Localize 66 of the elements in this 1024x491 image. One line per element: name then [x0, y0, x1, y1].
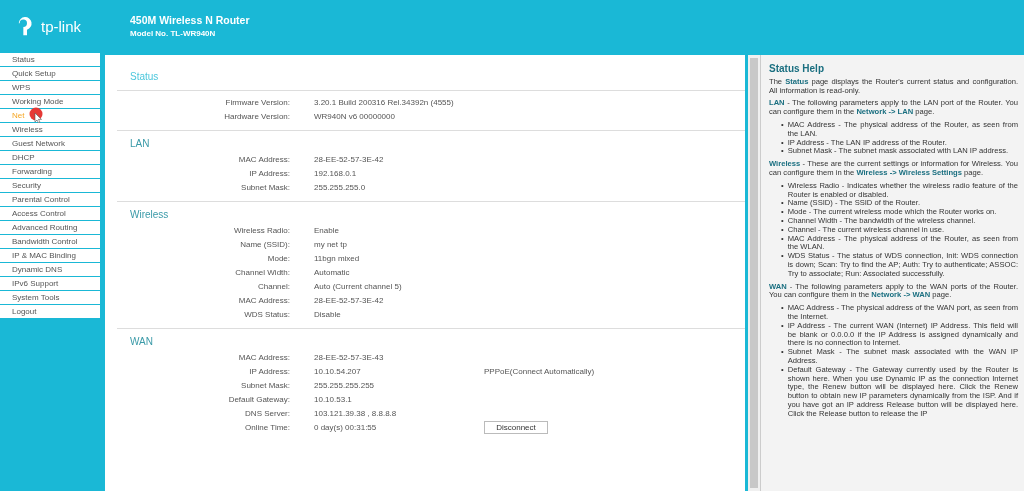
- field-label: IP Address:: [248, 366, 290, 376]
- menu-item[interactable]: IPv6 Support: [0, 277, 100, 290]
- menu-item[interactable]: Guest Network: [0, 137, 100, 150]
- field-label: Firmware Version:: [224, 97, 290, 107]
- field-value: 192.168.0.1: [314, 168, 358, 178]
- menu-item[interactable]: Access Control: [0, 207, 100, 220]
- field-label: Wireless Radio:: [233, 225, 290, 235]
- model-number: Model No. TL-WR940N: [130, 29, 217, 38]
- field-value: 255.255.255.255: [314, 380, 376, 390]
- menu-item[interactable]: IP & MAC Binding: [0, 249, 100, 262]
- menu-item[interactable]: Advanced Routing: [0, 221, 100, 234]
- menu-item[interactable]: Working Mode: [0, 95, 100, 108]
- field-label: Channel Width:: [234, 267, 290, 277]
- field-label: DNS Server:: [244, 408, 290, 418]
- field-value: Enable: [314, 225, 340, 235]
- field-label: Mode:: [266, 253, 290, 263]
- field-label: Subnet Mask:: [240, 182, 290, 192]
- section-title: LAN: [130, 137, 151, 151]
- help-title: Status Help: [769, 65, 825, 74]
- field-label: Subnet Mask:: [240, 380, 290, 390]
- field-label: Hardware Version:: [223, 111, 290, 121]
- field-value: 10.10.54.207: [314, 366, 362, 376]
- menu-item[interactable]: Quick Setup: [0, 67, 100, 80]
- connection-type: PPPoE(Connect Automatically): [484, 366, 595, 376]
- field-value: Disable: [314, 309, 342, 319]
- field-label: IP Address:: [248, 168, 290, 178]
- menu-item[interactable]: System Tools: [0, 291, 100, 304]
- menu-item[interactable]: Wireless: [0, 123, 100, 136]
- menu-item[interactable]: WPS: [0, 81, 100, 94]
- field-label: MAC Address:: [237, 295, 290, 305]
- menu-item[interactable]: Logout: [0, 305, 100, 318]
- field-value: 255.255.255.0: [314, 182, 367, 192]
- menu-item[interactable]: Security: [0, 179, 100, 192]
- menu-item[interactable]: Dynamic DNS: [0, 263, 100, 276]
- menu-item[interactable]: Status: [0, 53, 100, 66]
- field-value: 11bgn mixed: [314, 253, 361, 263]
- field-value: 28-EE-52-57-3E-43: [314, 352, 385, 362]
- field-label: MAC Address:: [237, 154, 290, 164]
- scrollbar[interactable]: [748, 55, 760, 491]
- field-label: Online Time:: [244, 422, 290, 432]
- field-value: 28-EE-52-57-3E-42: [314, 295, 385, 305]
- menu-item[interactable]: Forwarding: [0, 165, 100, 178]
- product-title: 450M Wireless N Router: [130, 14, 250, 26]
- field-label: WDS Status:: [243, 309, 290, 319]
- field-value: Auto (Current channel 5): [314, 281, 403, 291]
- menu-item[interactable]: DHCP: [0, 151, 100, 164]
- field-value: 0 day(s) 00:31:55: [314, 422, 378, 432]
- field-value: WR940N v6 00000000: [314, 111, 396, 121]
- field-label: Channel:: [256, 281, 290, 291]
- disconnect-button[interactable]: Disconnect: [484, 420, 548, 434]
- menu-item[interactable]: Parental Control: [0, 193, 100, 206]
- logo-text: tp-link: [41, 17, 81, 35]
- field-value: 10.10.53.1: [314, 394, 353, 404]
- field-label: Name (SSID):: [239, 239, 290, 249]
- field-value: 103.121.39.38 , 8.8.8.8: [314, 408, 398, 418]
- section-title: Wireless: [130, 208, 170, 222]
- field-value: Automatic: [314, 267, 351, 277]
- click-marker-icon: [28, 107, 44, 125]
- section-title: WAN: [130, 335, 154, 349]
- page-title: Status: [130, 70, 160, 84]
- field-label: MAC Address:: [237, 352, 290, 362]
- field-label: Default Gateway:: [227, 394, 290, 404]
- field-value: 28-EE-52-57-3E-42: [314, 154, 385, 164]
- menu-item[interactable]: Bandwidth Control: [0, 235, 100, 248]
- field-value: 3.20.1 Build 200316 Rel.34392n (4555): [314, 97, 455, 107]
- field-value: my net tp: [314, 239, 348, 249]
